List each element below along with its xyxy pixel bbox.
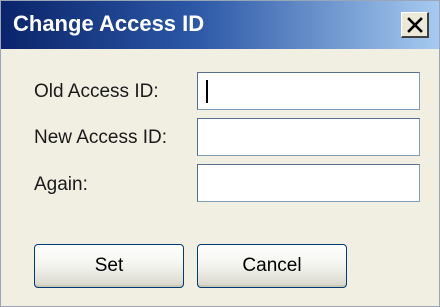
- close-icon: [407, 17, 423, 33]
- new-access-id-input[interactable]: [198, 119, 419, 155]
- set-button[interactable]: Set: [34, 244, 184, 288]
- new-access-id-label: New Access ID:: [34, 127, 168, 148]
- again-field[interactable]: [197, 164, 420, 202]
- old-access-id-label: Old Access ID:: [34, 81, 159, 102]
- dialog-title: Change Access ID: [13, 11, 205, 36]
- close-button[interactable]: [401, 12, 429, 38]
- again-input[interactable]: [198, 165, 419, 201]
- change-access-id-dialog: Change Access ID Old Access ID: New Acce…: [0, 0, 440, 307]
- again-label: Again:: [34, 174, 88, 195]
- cancel-button[interactable]: Cancel: [197, 244, 347, 288]
- old-access-id-input[interactable]: [198, 73, 419, 109]
- new-access-id-field[interactable]: [197, 118, 420, 156]
- old-access-id-field[interactable]: [197, 72, 420, 110]
- text-cursor: [206, 80, 208, 103]
- title-bar: Change Access ID: [1, 1, 439, 49]
